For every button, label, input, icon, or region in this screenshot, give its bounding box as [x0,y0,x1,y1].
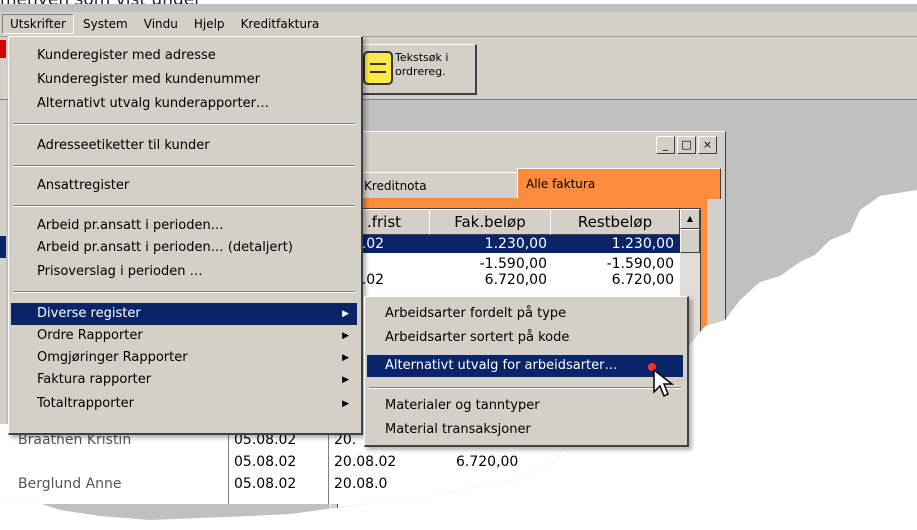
text-search-label: Tekstsøk i ordrereg. [395,51,449,78]
window-titlebar: _ □ × [331,132,725,158]
list-item: 05.08.02 20.08.02 6.720,00 [234,454,519,470]
menu-bar: Utskrifter System Vindu Hjelp Kreditfakt… [0,12,917,37]
submenu-item[interactable]: Material transaksjoner [367,419,683,441]
menu-item[interactable]: Omgjøringer Rapporter ▶ [11,347,357,369]
menu-utskrifter[interactable]: Utskrifter [2,14,74,34]
menu-kreditfaktura[interactable]: Kreditfaktura [234,15,327,33]
menu-item[interactable]: Kunderegister med kundenummer [11,69,357,91]
menu-item[interactable]: Totaltrapporter ▶ [11,393,357,415]
menu-separator [13,123,355,125]
minimize-icon[interactable]: _ [656,136,675,154]
submenu-arrow-icon: ▶ [342,331,349,341]
toolbar-icon-edge [0,40,6,58]
submenu-item-alternativt-utvalg[interactable]: Alternativt utvalg for arbeidsarter… [367,355,683,377]
note-icon [363,51,393,85]
maximize-icon[interactable]: □ [677,136,696,154]
menu-item[interactable]: Ansattregister [11,175,357,197]
menu-item[interactable]: Ordre Rapporter ▶ [11,325,357,347]
scroll-thumb[interactable] [680,229,700,253]
submenu-arrow-icon: ▶ [342,353,349,363]
submenu-item[interactable]: Arbeidsarter fordelt på type [367,303,683,325]
menu-vindu[interactable]: Vindu [137,15,185,33]
tab-alle-faktura[interactable]: Alle faktura [517,168,721,199]
table-row[interactable]: 09.02 6.720,00 6.720,00 [338,271,688,289]
diverse-register-submenu: Arbeidsarter fordelt på type Arbeidsarte… [364,296,689,447]
submenu-item[interactable]: Arbeidsarter sortert på kode [367,327,683,349]
menu-system[interactable]: System [76,15,135,33]
menu-item-diverse-register[interactable]: Diverse register ▶ [11,303,357,325]
menu-item[interactable]: Kunderegister med adresse [11,45,357,67]
submenu-arrow-icon: ▶ [342,399,349,409]
column-divider [228,424,229,504]
menu-item[interactable]: Prisoverslag i perioden … [11,261,357,283]
mouse-pointer-icon [653,368,675,398]
table-row[interactable]: 08.02 1.230,00 1.230,00 [338,235,688,253]
text-search-button[interactable]: Tekstsøk i ordrereg. [356,44,477,95]
menu-separator [13,165,355,167]
column-divider [328,424,329,504]
menu-hjelp[interactable]: Hjelp [187,15,232,33]
scroll-up-icon[interactable]: ▲ [680,209,700,229]
close-icon[interactable]: × [698,136,717,154]
submenu-item[interactable]: Materialer og tanntyper [367,395,683,417]
tab-kreditnota[interactable]: Kreditnota [355,172,519,199]
menu-item[interactable]: Adresseetiketter til kunder [11,135,357,157]
column-header-restbelop[interactable]: Restbeløp [550,209,680,235]
menu-separator [13,205,355,207]
menu-item[interactable]: Arbeid pr.ansatt i perioden… [11,215,357,237]
column-header-fakbelop[interactable]: Fak.beløp [429,209,551,235]
menu-separator [13,291,355,293]
menu-separator [369,387,681,389]
menu-item[interactable]: Alternativt utvalg kunderapporter… [11,93,357,115]
submenu-arrow-icon: ▶ [342,309,349,319]
menu-item[interactable]: Arbeid pr.ansatt i perioden… (detaljert) [11,237,357,259]
list-item: Berglund Anne 05.08.02 20.08.0 [18,476,388,492]
utskrifter-dropdown: Kunderegister med adresse Kunderegister … [8,36,363,435]
menu-item[interactable]: Faktura rapporter ▶ [11,369,357,391]
submenu-arrow-icon: ▶ [342,375,349,385]
